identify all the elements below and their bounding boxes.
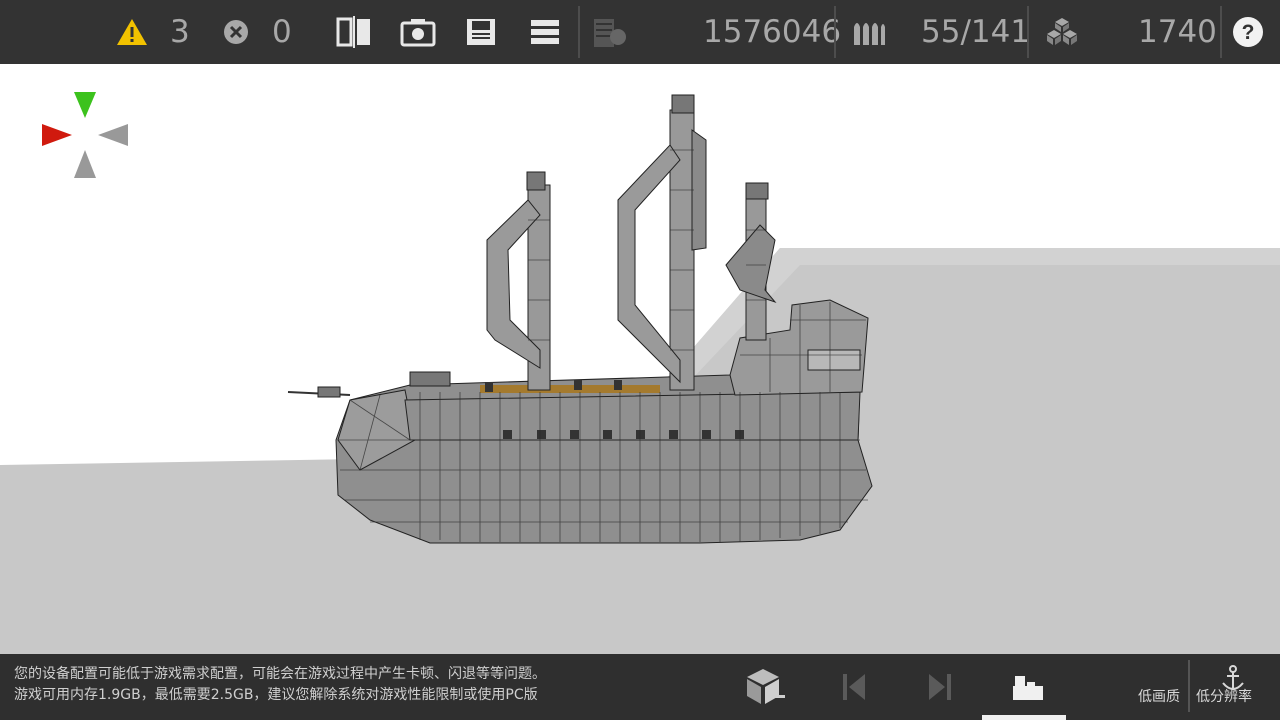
scene-render <box>0 92 1280 654</box>
anchor-button[interactable] <box>1218 664 1248 694</box>
next-icon <box>929 674 951 700</box>
warnings-count: 3 <box>170 14 190 50</box>
active-tab-indicator <box>982 715 1066 720</box>
cost-value: 1576046 <box>703 14 842 50</box>
errors-indicator[interactable]: 0 <box>222 0 292 64</box>
vehicle-icon <box>1013 676 1043 700</box>
toolbar-separator <box>578 6 580 58</box>
help-icon: ? <box>1233 17 1263 47</box>
low-quality-toggle[interactable]: 低画质 <box>1138 686 1180 706</box>
toolbar-separator <box>834 6 836 58</box>
errors-count: 0 <box>272 14 292 50</box>
build-cube-icon <box>747 669 785 704</box>
warning-line-1: 您的设备配置可能低于游戏需求配置，可能会在游戏过程中产生卡顿、闪退等等问题。 <box>14 666 546 682</box>
build-viewport[interactable] <box>0 64 1280 654</box>
build-cube-button[interactable] <box>740 654 790 720</box>
cost-icon <box>594 19 626 47</box>
ammo-icon <box>854 23 885 45</box>
blocks-value: 1740 <box>1138 14 1217 50</box>
svg-text:?: ? <box>1242 21 1255 44</box>
warning-line-2: 游戏可用内存1.9GB，最低需要2.5GB，建议您解除系统对游戏性能限制或使用P… <box>14 687 538 703</box>
anchor-icon <box>1222 665 1244 690</box>
help-button[interactable]: ? <box>1232 0 1264 64</box>
menu-button[interactable] <box>530 0 560 64</box>
screenshot-button[interactable] <box>400 0 436 64</box>
error-icon <box>224 20 248 44</box>
vehicle-mode-button[interactable] <box>990 654 1066 720</box>
blocks-stat <box>1044 0 1080 64</box>
mirror-icon <box>336 16 370 48</box>
orientation-gizmo <box>42 92 128 178</box>
blocks-icon <box>1047 18 1077 45</box>
toolbar-separator <box>1220 6 1222 58</box>
performance-warning: 您的设备配置可能低于游戏需求配置，可能会在游戏过程中产生卡顿、闪退等等问题。 游… <box>14 664 546 706</box>
cost-stat <box>592 0 628 64</box>
warning-icon <box>117 19 147 45</box>
next-button[interactable] <box>922 654 958 720</box>
ammo-value: 55/141 <box>921 14 1031 50</box>
previous-button[interactable] <box>836 654 872 720</box>
ammo-stat <box>852 0 886 64</box>
warnings-indicator[interactable]: 3 <box>116 0 190 64</box>
mirror-button[interactable] <box>336 0 372 64</box>
prev-icon <box>843 674 865 700</box>
top-toolbar: 3 0 1576046 55/141 1740 ? <box>0 0 1280 64</box>
save-button[interactable] <box>465 0 497 64</box>
save-icon <box>467 19 495 45</box>
screenshot-icon <box>400 19 436 47</box>
bottom-separator <box>1188 660 1190 712</box>
menu-icon <box>531 20 559 44</box>
toolbar-separator <box>1027 6 1029 58</box>
